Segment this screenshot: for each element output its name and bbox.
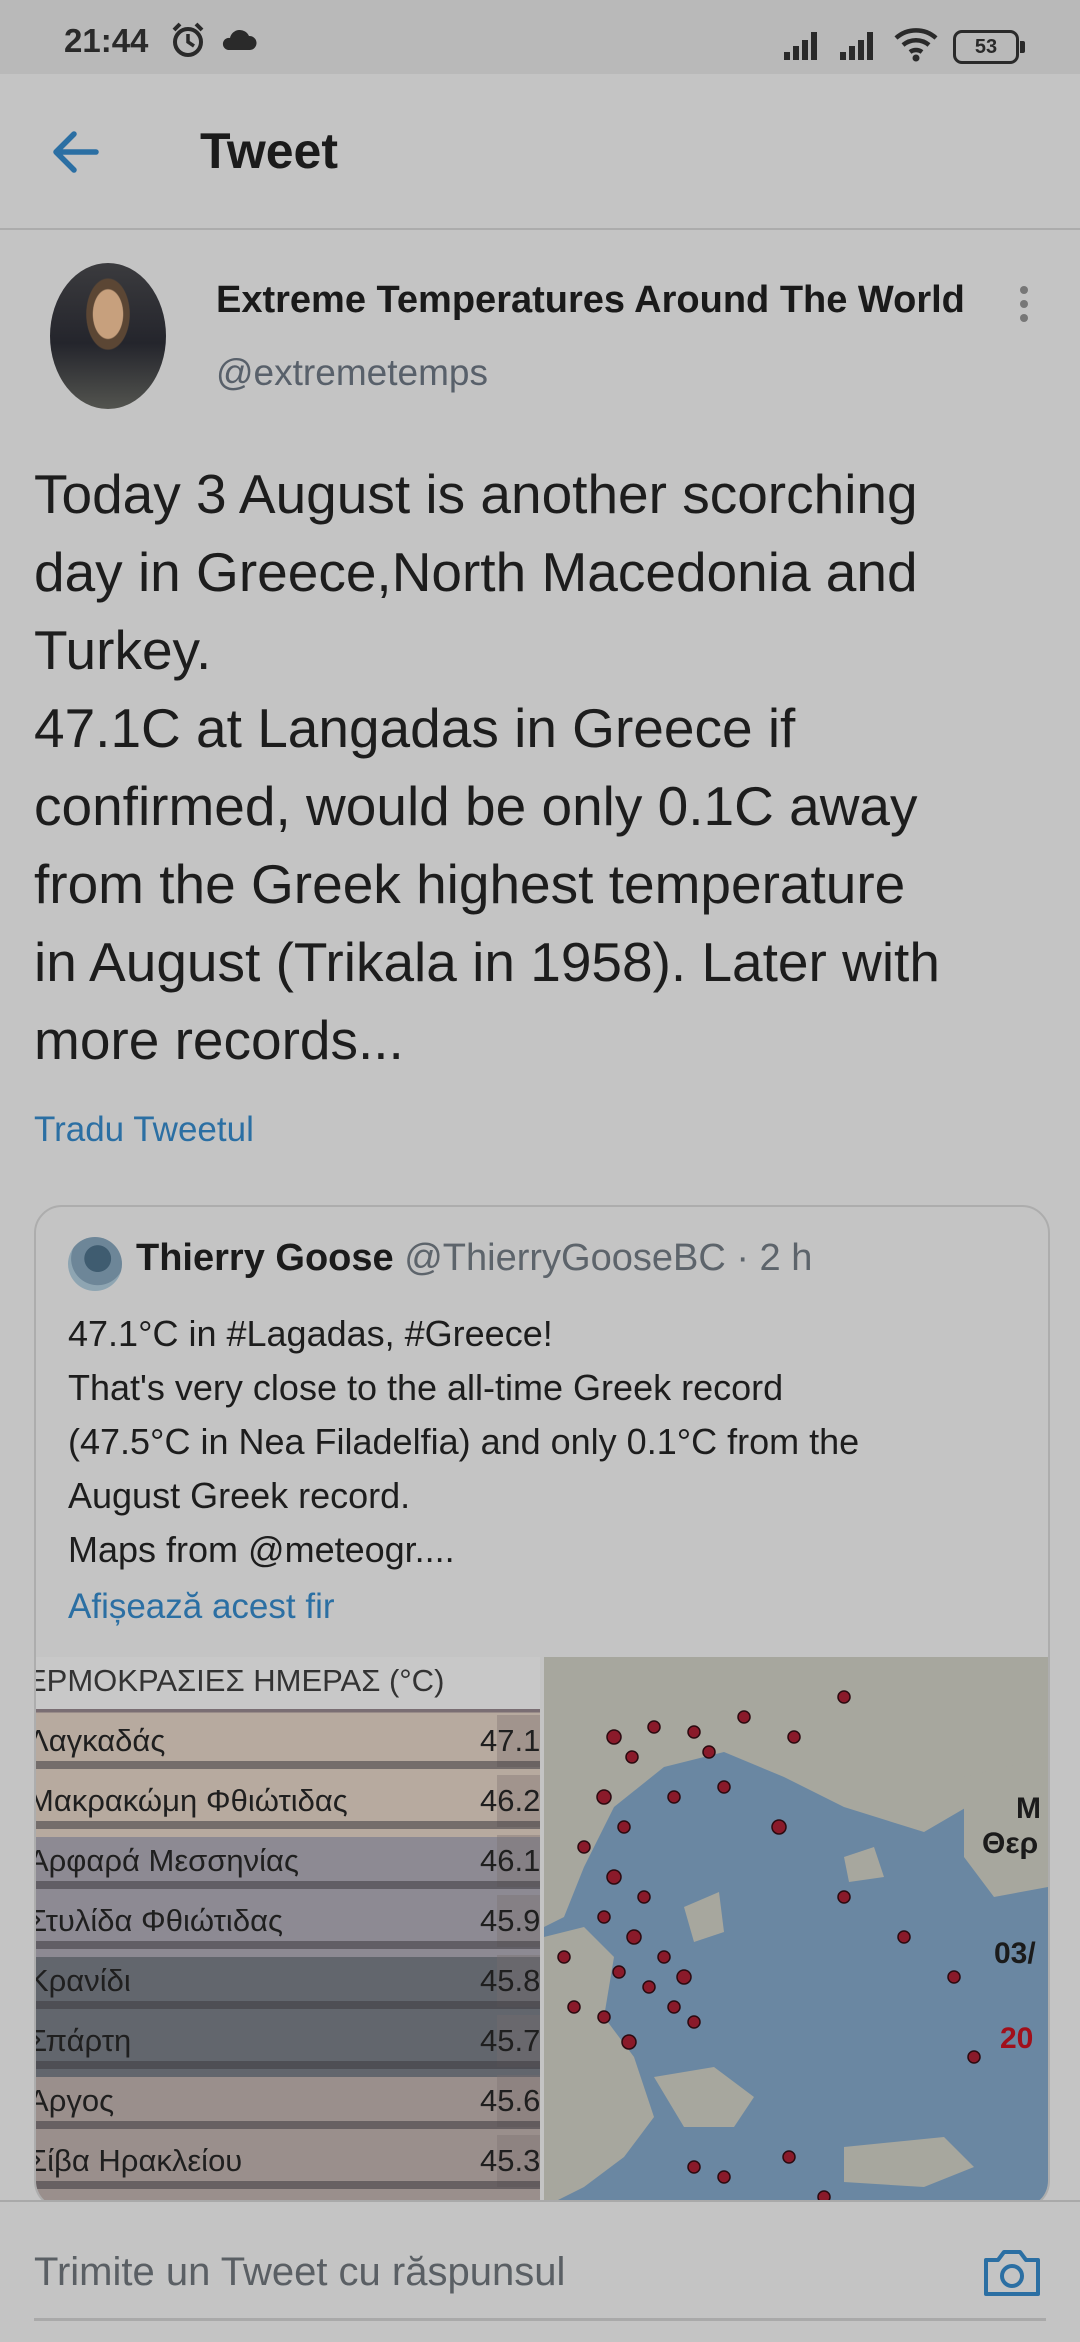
map-label: Θερ	[982, 1827, 1039, 1860]
table-place: Στυλίδα Φθιώτιδας	[36, 1903, 283, 1938]
map-label: Μ	[1016, 1792, 1041, 1825]
camera-icon[interactable]	[980, 2244, 1044, 2300]
table-place: Σίβα Ηρακλείου	[36, 2143, 243, 2178]
page-title: Tweet	[200, 123, 338, 179]
table-value: 47.1	[480, 1723, 540, 1758]
author-handle[interactable]: @extremetemps	[216, 352, 488, 394]
top-app-bar: Tweet	[0, 74, 1080, 230]
tweet-text-line: more records...	[34, 1009, 404, 1071]
table-value: 45.7	[480, 2023, 540, 2058]
table-place: Αρφαρά Μεσσηνίας	[36, 1843, 299, 1878]
tweet-text-line: day in Greece,North Macedonia and	[34, 541, 918, 603]
battery-indicator: 53	[953, 30, 1025, 64]
table-place: Μακρακώμη Φθιώτιδας	[36, 1783, 348, 1818]
table-value: 45.3	[480, 2143, 540, 2178]
status-bar: 21:44 53	[0, 0, 1080, 74]
tweet-text-line: Turkey.	[34, 619, 212, 681]
quoted-text-line: 47.1°C in #Lagadas, #Greece!	[68, 1313, 553, 1354]
table-row: Σπάρτη 45.7	[36, 2015, 540, 2069]
greece-map-image[interactable]: Μ Θερ 03/ 20	[544, 1657, 1048, 2207]
quoted-author-meta: @ThierryGooseBC · 2 h	[404, 1237, 813, 1279]
table-place: Σπάρτη	[36, 2023, 132, 2058]
author-name[interactable]: Extreme Temperatures Around The World	[216, 279, 965, 322]
table-place: Άργος	[36, 2083, 115, 2118]
table-value: 45.8	[480, 1963, 540, 1998]
quoted-text-line: (47.5°C in Nea Filadelfia) and only 0.1°…	[68, 1421, 860, 1462]
table-place: Λαγκαδάς	[36, 1723, 166, 1758]
quoted-tweet-header: Thierry Goose @ThierryGooseBC · 2 h	[136, 1237, 812, 1280]
reply-input[interactable]: Trimite un Tweet cu răspunsul	[34, 2250, 565, 2295]
quoted-text-line: Maps from @meteogr....	[68, 1529, 455, 1570]
table-value: 46.2	[480, 1783, 540, 1818]
signal-icon-2	[840, 32, 873, 60]
table-row: Λαγκαδάς 47.1	[36, 1715, 540, 1769]
temperature-table-image[interactable]: ΕΡΜΟΚΡΑΣΙΕΣ ΗΜΕΡΑΣ (°C) Λαγκαδάς 47.1 Μα…	[36, 1657, 540, 2207]
signal-icon	[784, 32, 817, 60]
table-row: Σίβα Ηρακλείου 45.3	[36, 2135, 540, 2189]
tweet-text-line: 47.1C at Langadas in Greece if	[34, 697, 796, 759]
tweet-text: Today 3 August is another scorching day …	[34, 455, 1064, 1079]
map-graphic	[544, 1657, 1048, 2207]
tweet-text-line: Today 3 August is another scorching	[34, 463, 918, 525]
quoted-text-line: That's very close to the all-time Greek …	[68, 1367, 784, 1408]
tweet-text-line: from the Greek highest temperature	[34, 853, 906, 915]
quoted-tweet-card[interactable]: Thierry Goose @ThierryGooseBC · 2 h 47.1…	[34, 1205, 1050, 2209]
more-options-icon[interactable]	[1012, 286, 1036, 326]
translate-tweet-link[interactable]: Tradu Tweetul	[34, 1110, 254, 1150]
table-title: ΕΡΜΟΚΡΑΣΙΕΣ ΗΜΕΡΑΣ (°C)	[36, 1663, 445, 1698]
tweet-text-line: in August (Trikala in 1958). Later with	[34, 931, 940, 993]
quoted-author-avatar	[68, 1237, 122, 1291]
table-row: Μακρακώμη Φθιώτιδας 46.2	[36, 1775, 540, 1829]
table-place: Κρανίδι	[36, 1963, 131, 1998]
author-avatar[interactable]	[50, 263, 166, 409]
table-row: Κρανίδι 45.8	[36, 1955, 540, 2009]
table-value: 46.1	[480, 1843, 540, 1878]
back-arrow-icon[interactable]	[40, 116, 112, 188]
quoted-text-line: August Greek record.	[68, 1475, 411, 1516]
table-value: 45.6	[480, 2083, 540, 2118]
alarm-icon	[172, 22, 204, 57]
table-row: Άργος 45.6	[36, 2075, 540, 2129]
reply-divider	[34, 2318, 1046, 2321]
table-value: 45.9	[480, 1903, 540, 1938]
wifi-icon	[894, 28, 938, 62]
tweet-text-line: confirmed, would be only 0.1C away	[34, 775, 918, 837]
table-row: Στυλίδα Φθιώτιδας 45.9	[36, 1895, 540, 1949]
map-label: 03/	[994, 1937, 1036, 1970]
cloud-icon	[222, 29, 257, 50]
show-thread-link[interactable]: Afișează acest fir	[68, 1587, 335, 1627]
quoted-author-name: Thierry Goose	[136, 1237, 394, 1279]
table-row: Αρφαρά Μεσσηνίας 46.1	[36, 1835, 540, 1889]
status-time: 21:44	[64, 22, 149, 59]
quoted-tweet-text: 47.1°C in #Lagadas, #Greece! That's very…	[68, 1307, 1028, 1577]
map-label: 20	[1000, 2022, 1034, 2055]
